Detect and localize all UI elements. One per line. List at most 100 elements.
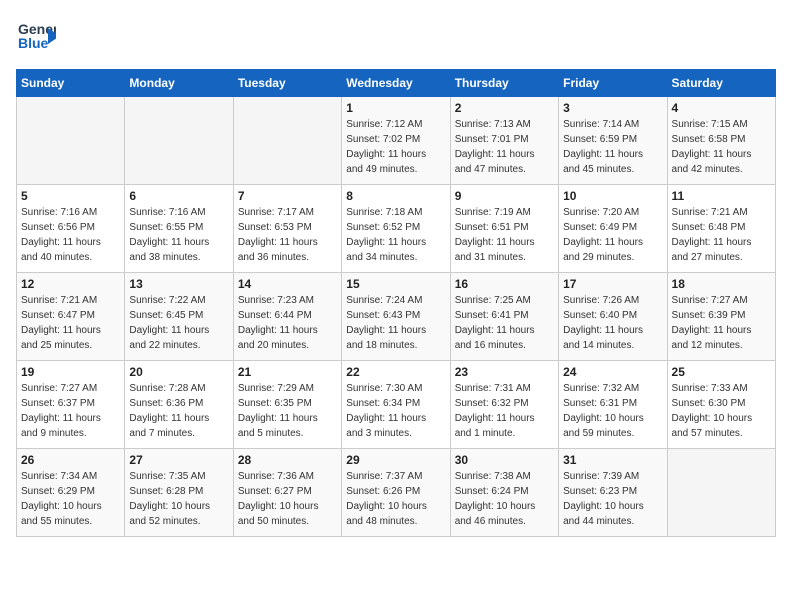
day-info: Sunrise: 7:28 AM Sunset: 6:36 PM Dayligh… <box>129 381 228 441</box>
day-number: 27 <box>129 453 228 467</box>
calendar-cell: 23 Sunrise: 7:31 AM Sunset: 6:32 PM Dayli… <box>450 361 558 449</box>
calendar-week-row: 5 Sunrise: 7:16 AM Sunset: 6:56 PM Daylig… <box>17 185 776 273</box>
day-info: Sunrise: 7:33 AM Sunset: 6:30 PM Dayligh… <box>672 381 771 441</box>
calendar-cell: 8 Sunrise: 7:18 AM Sunset: 6:52 PM Daylig… <box>342 185 450 273</box>
day-info: Sunrise: 7:35 AM Sunset: 6:28 PM Dayligh… <box>129 469 228 529</box>
day-number: 19 <box>21 365 120 379</box>
calendar-cell: 17 Sunrise: 7:26 AM Sunset: 6:40 PM Dayli… <box>559 273 667 361</box>
calendar-cell <box>667 449 775 537</box>
day-info: Sunrise: 7:16 AM Sunset: 6:56 PM Dayligh… <box>21 205 120 265</box>
day-info: Sunrise: 7:25 AM Sunset: 6:41 PM Dayligh… <box>455 293 554 353</box>
calendar-week-row: 12Sunrise: 7:21 AM Sunset: 6:47 PM Dayli… <box>17 273 776 361</box>
logo-icon: General Blue <box>16 16 56 61</box>
day-header-friday: Friday <box>559 70 667 97</box>
day-info: Sunrise: 7:31 AM Sunset: 6:32 PM Dayligh… <box>455 381 554 441</box>
day-info: Sunrise: 7:30 AM Sunset: 6:34 PM Dayligh… <box>346 381 445 441</box>
calendar-cell: 18 Sunrise: 7:27 AM Sunset: 6:39 PM Dayli… <box>667 273 775 361</box>
day-number: 26 <box>21 453 120 467</box>
day-info: Sunrise: 7:39 AM Sunset: 6:23 PM Dayligh… <box>563 469 662 529</box>
day-number: 23 <box>455 365 554 379</box>
day-info: Sunrise: 7:21 AM Sunset: 6:47 PM Dayligh… <box>21 293 120 353</box>
day-number: 11 <box>672 189 771 203</box>
day-info: Sunrise: 7:29 AM Sunset: 6:35 PM Dayligh… <box>238 381 337 441</box>
calendar-cell: 5 Sunrise: 7:16 AM Sunset: 6:56 PM Daylig… <box>17 185 125 273</box>
day-number: 13 <box>129 277 228 291</box>
day-number: 4 <box>672 101 771 115</box>
day-number: 20 <box>129 365 228 379</box>
day-number: 6 <box>129 189 228 203</box>
day-info: Sunrise: 7:34 AM Sunset: 6:29 PM Dayligh… <box>21 469 120 529</box>
calendar-week-row: 26 Sunrise: 7:34 AM Sunset: 6:29 PM Dayli… <box>17 449 776 537</box>
day-info: Sunrise: 7:24 AM Sunset: 6:43 PM Dayligh… <box>346 293 445 353</box>
calendar-table: SundayMondayTuesdayWednesdayThursdayFrid… <box>16 69 776 537</box>
svg-text:Blue: Blue <box>18 35 49 51</box>
day-number: 7 <box>238 189 337 203</box>
calendar-cell: 4Sunrise: 7:15 AM Sunset: 6:58 PM Daylig… <box>667 97 775 185</box>
calendar-cell: 15 Sunrise: 7:24 AM Sunset: 6:43 PM Dayli… <box>342 273 450 361</box>
day-number: 10 <box>563 189 662 203</box>
day-info: Sunrise: 7:17 AM Sunset: 6:53 PM Dayligh… <box>238 205 337 265</box>
page-header: General Blue <box>16 16 776 61</box>
day-number: 22 <box>346 365 445 379</box>
day-number: 25 <box>672 365 771 379</box>
calendar-cell: 20 Sunrise: 7:28 AM Sunset: 6:36 PM Dayli… <box>125 361 233 449</box>
calendar-cell: 24Sunrise: 7:32 AM Sunset: 6:31 PM Dayli… <box>559 361 667 449</box>
day-info: Sunrise: 7:19 AM Sunset: 6:51 PM Dayligh… <box>455 205 554 265</box>
calendar-cell: 27 Sunrise: 7:35 AM Sunset: 6:28 PM Dayli… <box>125 449 233 537</box>
calendar-header-row: SundayMondayTuesdayWednesdayThursdayFrid… <box>17 70 776 97</box>
calendar-cell <box>17 97 125 185</box>
calendar-cell: 11 Sunrise: 7:21 AM Sunset: 6:48 PM Dayli… <box>667 185 775 273</box>
day-number: 21 <box>238 365 337 379</box>
day-number: 2 <box>455 101 554 115</box>
day-number: 3 <box>563 101 662 115</box>
calendar-cell: 6 Sunrise: 7:16 AM Sunset: 6:55 PM Daylig… <box>125 185 233 273</box>
calendar-cell: 16 Sunrise: 7:25 AM Sunset: 6:41 PM Dayli… <box>450 273 558 361</box>
day-number: 18 <box>672 277 771 291</box>
day-number: 14 <box>238 277 337 291</box>
day-number: 29 <box>346 453 445 467</box>
calendar-cell: 1 Sunrise: 7:12 AM Sunset: 7:02 PM Daylig… <box>342 97 450 185</box>
day-info: Sunrise: 7:27 AM Sunset: 6:39 PM Dayligh… <box>672 293 771 353</box>
day-info: Sunrise: 7:38 AM Sunset: 6:24 PM Dayligh… <box>455 469 554 529</box>
day-info: Sunrise: 7:22 AM Sunset: 6:45 PM Dayligh… <box>129 293 228 353</box>
calendar-cell: 26 Sunrise: 7:34 AM Sunset: 6:29 PM Dayli… <box>17 449 125 537</box>
calendar-cell: 12Sunrise: 7:21 AM Sunset: 6:47 PM Dayli… <box>17 273 125 361</box>
calendar-cell: 14Sunrise: 7:23 AM Sunset: 6:44 PM Dayli… <box>233 273 341 361</box>
day-header-monday: Monday <box>125 70 233 97</box>
calendar-cell: 19 Sunrise: 7:27 AM Sunset: 6:37 PM Dayli… <box>17 361 125 449</box>
calendar-cell: 2Sunrise: 7:13 AM Sunset: 7:01 PM Daylig… <box>450 97 558 185</box>
day-header-saturday: Saturday <box>667 70 775 97</box>
calendar-week-row: 19 Sunrise: 7:27 AM Sunset: 6:37 PM Dayli… <box>17 361 776 449</box>
logo: General Blue <box>16 16 62 61</box>
day-number: 9 <box>455 189 554 203</box>
day-info: Sunrise: 7:27 AM Sunset: 6:37 PM Dayligh… <box>21 381 120 441</box>
day-info: Sunrise: 7:18 AM Sunset: 6:52 PM Dayligh… <box>346 205 445 265</box>
day-info: Sunrise: 7:21 AM Sunset: 6:48 PM Dayligh… <box>672 205 771 265</box>
calendar-week-row: 1 Sunrise: 7:12 AM Sunset: 7:02 PM Daylig… <box>17 97 776 185</box>
day-info: Sunrise: 7:20 AM Sunset: 6:49 PM Dayligh… <box>563 205 662 265</box>
calendar-cell <box>233 97 341 185</box>
day-info: Sunrise: 7:16 AM Sunset: 6:55 PM Dayligh… <box>129 205 228 265</box>
day-number: 1 <box>346 101 445 115</box>
day-number: 5 <box>21 189 120 203</box>
day-number: 30 <box>455 453 554 467</box>
calendar-cell: 22 Sunrise: 7:30 AM Sunset: 6:34 PM Dayli… <box>342 361 450 449</box>
calendar-cell: 7 Sunrise: 7:17 AM Sunset: 6:53 PM Daylig… <box>233 185 341 273</box>
day-header-tuesday: Tuesday <box>233 70 341 97</box>
day-info: Sunrise: 7:37 AM Sunset: 6:26 PM Dayligh… <box>346 469 445 529</box>
day-info: Sunrise: 7:26 AM Sunset: 6:40 PM Dayligh… <box>563 293 662 353</box>
calendar-cell: 30 Sunrise: 7:38 AM Sunset: 6:24 PM Dayli… <box>450 449 558 537</box>
day-number: 28 <box>238 453 337 467</box>
calendar-cell: 10 Sunrise: 7:20 AM Sunset: 6:49 PM Dayli… <box>559 185 667 273</box>
day-number: 8 <box>346 189 445 203</box>
calendar-cell: 25 Sunrise: 7:33 AM Sunset: 6:30 PM Dayli… <box>667 361 775 449</box>
calendar-cell <box>125 97 233 185</box>
day-number: 16 <box>455 277 554 291</box>
calendar-cell: 3Sunrise: 7:14 AM Sunset: 6:59 PM Daylig… <box>559 97 667 185</box>
calendar-cell: 29 Sunrise: 7:37 AM Sunset: 6:26 PM Dayli… <box>342 449 450 537</box>
day-info: Sunrise: 7:12 AM Sunset: 7:02 PM Dayligh… <box>346 117 445 177</box>
day-number: 15 <box>346 277 445 291</box>
day-info: Sunrise: 7:32 AM Sunset: 6:31 PM Dayligh… <box>563 381 662 441</box>
day-header-wednesday: Wednesday <box>342 70 450 97</box>
day-number: 17 <box>563 277 662 291</box>
